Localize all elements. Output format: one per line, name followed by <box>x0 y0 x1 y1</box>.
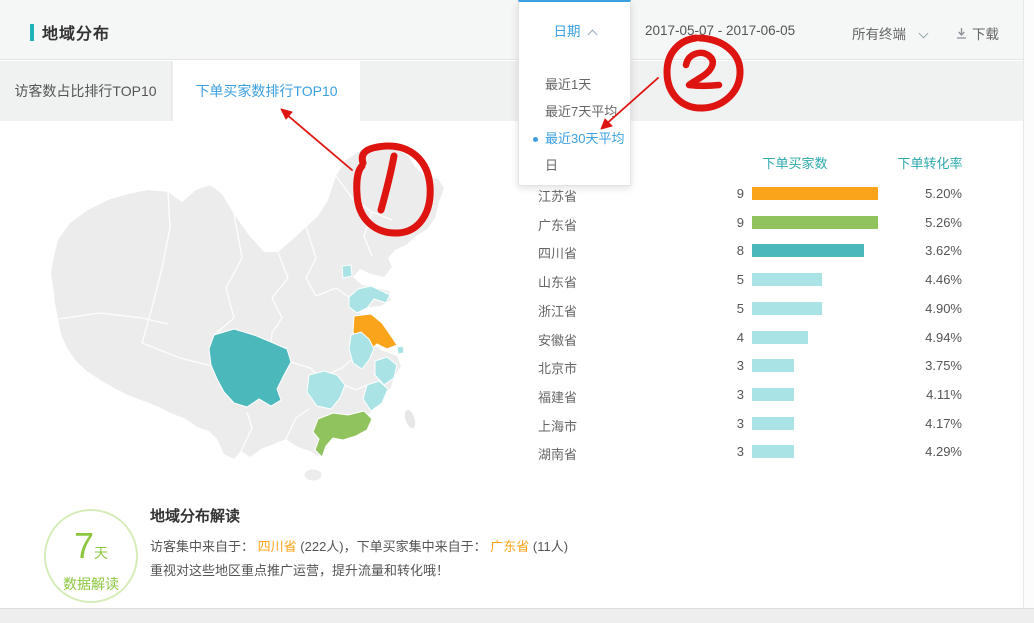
conversion-rate-value: 4.29% <box>898 444 962 459</box>
download-icon <box>955 27 968 40</box>
province-label: 福建省 <box>538 387 668 406</box>
buyer-count-bar <box>752 302 822 315</box>
column-header-order-buyers: 下单买家数 <box>740 153 850 172</box>
buyer-count-bar <box>752 216 878 229</box>
buyer-count-bar <box>752 331 808 344</box>
buyer-count-value: 3 <box>706 416 744 431</box>
buyer-count-bar <box>752 359 794 372</box>
province-label: 湖南省 <box>538 444 668 463</box>
buyer-count-bar <box>752 388 794 401</box>
top-toolbar: 地域分布 2017-05-07 - 2017-06-05 所有终端 下载 <box>0 0 1023 60</box>
map-province-shanghai[interactable] <box>397 346 404 354</box>
regional-distribution-panel: 地域分布 2017-05-07 - 2017-06-05 所有终端 下载 访客数… <box>0 0 1034 623</box>
date-dropdown-button[interactable]: 日期 <box>519 20 630 40</box>
province-label: 广东省 <box>538 215 668 234</box>
province-label: 浙江省 <box>538 301 668 320</box>
chevron-down-icon <box>919 29 929 39</box>
conversion-rate-value: 4.94% <box>898 330 962 345</box>
buyer-province-link[interactable]: 广东省 <box>490 539 529 554</box>
tab-order-buyers-top10[interactable]: 下单买家数排行TOP10 <box>173 61 360 121</box>
conversion-rate-value: 4.90% <box>898 301 962 316</box>
scrollbar-track[interactable] <box>1023 0 1034 608</box>
province-label: 四川省 <box>538 243 668 262</box>
terminal-filter-dropdown[interactable]: 所有终端 <box>852 23 927 43</box>
buyer-count-bar <box>752 445 794 458</box>
conversion-rate-value: 4.46% <box>898 272 962 287</box>
map-island-hainan[interactable] <box>304 469 322 481</box>
date-range-text: 2017-05-07 - 2017-06-05 <box>645 23 795 38</box>
date-dropdown-menu: 日期 最近1天 最近7天平均 最近30天平均 日 <box>518 0 631 186</box>
tab-bar: 访客数占比排行TOP10 下单买家数排行TOP10 <box>0 61 1023 121</box>
buyer-count-value: 3 <box>706 358 744 373</box>
selected-dot-icon <box>533 137 538 142</box>
conversion-rate-value: 5.26% <box>898 215 962 230</box>
insight-line1: 访客集中来自于： 四川省 (222人)，下单买家集中来自于： 广东省 (11人) <box>150 536 568 555</box>
buyer-count-bar <box>752 273 822 286</box>
buyer-count-value: 4 <box>706 330 744 345</box>
conversion-rate-value: 4.11% <box>898 387 962 402</box>
menu-item-last-7-days[interactable]: 最近7天平均 <box>519 98 630 125</box>
conversion-rate-value: 5.20% <box>898 186 962 201</box>
insight-line2: 重视对这些地区重点推广运营，提升流量和转化哦！ <box>150 560 449 579</box>
menu-item-last-1-day[interactable]: 最近1天 <box>519 71 630 98</box>
buyer-count-value: 5 <box>706 272 744 287</box>
buyer-count-bar <box>752 417 794 430</box>
tab-visitor-ratio-top10[interactable]: 访客数占比排行TOP10 <box>0 61 172 121</box>
province-label: 安徽省 <box>538 330 668 349</box>
buyer-count-bar <box>752 187 878 200</box>
conversion-rate-value: 3.62% <box>898 243 962 258</box>
conversion-rate-value: 3.75% <box>898 358 962 373</box>
insight-title: 地域分布解读 <box>150 505 240 526</box>
download-button[interactable]: 下载 <box>955 23 999 43</box>
buyer-count-bar <box>752 244 864 257</box>
insight-badge: 7天 数据解读 <box>44 509 138 603</box>
conversion-rate-value: 4.17% <box>898 416 962 431</box>
buyer-count-value: 8 <box>706 243 744 258</box>
page-title-block: 地域分布 <box>30 20 110 44</box>
menu-item-last-30-days[interactable]: 最近30天平均 <box>519 125 630 152</box>
chevron-up-icon <box>587 30 597 40</box>
province-label: 山东省 <box>538 272 668 291</box>
column-header-conversion-rate: 下单转化率 <box>885 153 975 172</box>
footer-strip <box>0 608 1034 623</box>
visitor-province-link[interactable]: 四川省 <box>258 539 297 554</box>
title-accent-bar <box>30 24 34 41</box>
buyer-count-value: 9 <box>706 186 744 201</box>
buyer-count-value: 5 <box>706 301 744 316</box>
buyer-count-value: 3 <box>706 444 744 459</box>
province-label: 江苏省 <box>538 186 668 205</box>
page-title: 地域分布 <box>42 20 110 44</box>
map-province-beijing[interactable] <box>342 265 352 278</box>
buyer-count-value: 3 <box>706 387 744 402</box>
menu-item-day[interactable]: 日 <box>519 152 630 179</box>
map-island-taiwan[interactable] <box>402 408 418 430</box>
province-label: 北京市 <box>538 358 668 377</box>
province-label: 上海市 <box>538 416 668 435</box>
buyer-count-value: 9 <box>706 215 744 230</box>
map-province-guangdong[interactable] <box>313 411 372 457</box>
china-map <box>20 128 520 493</box>
